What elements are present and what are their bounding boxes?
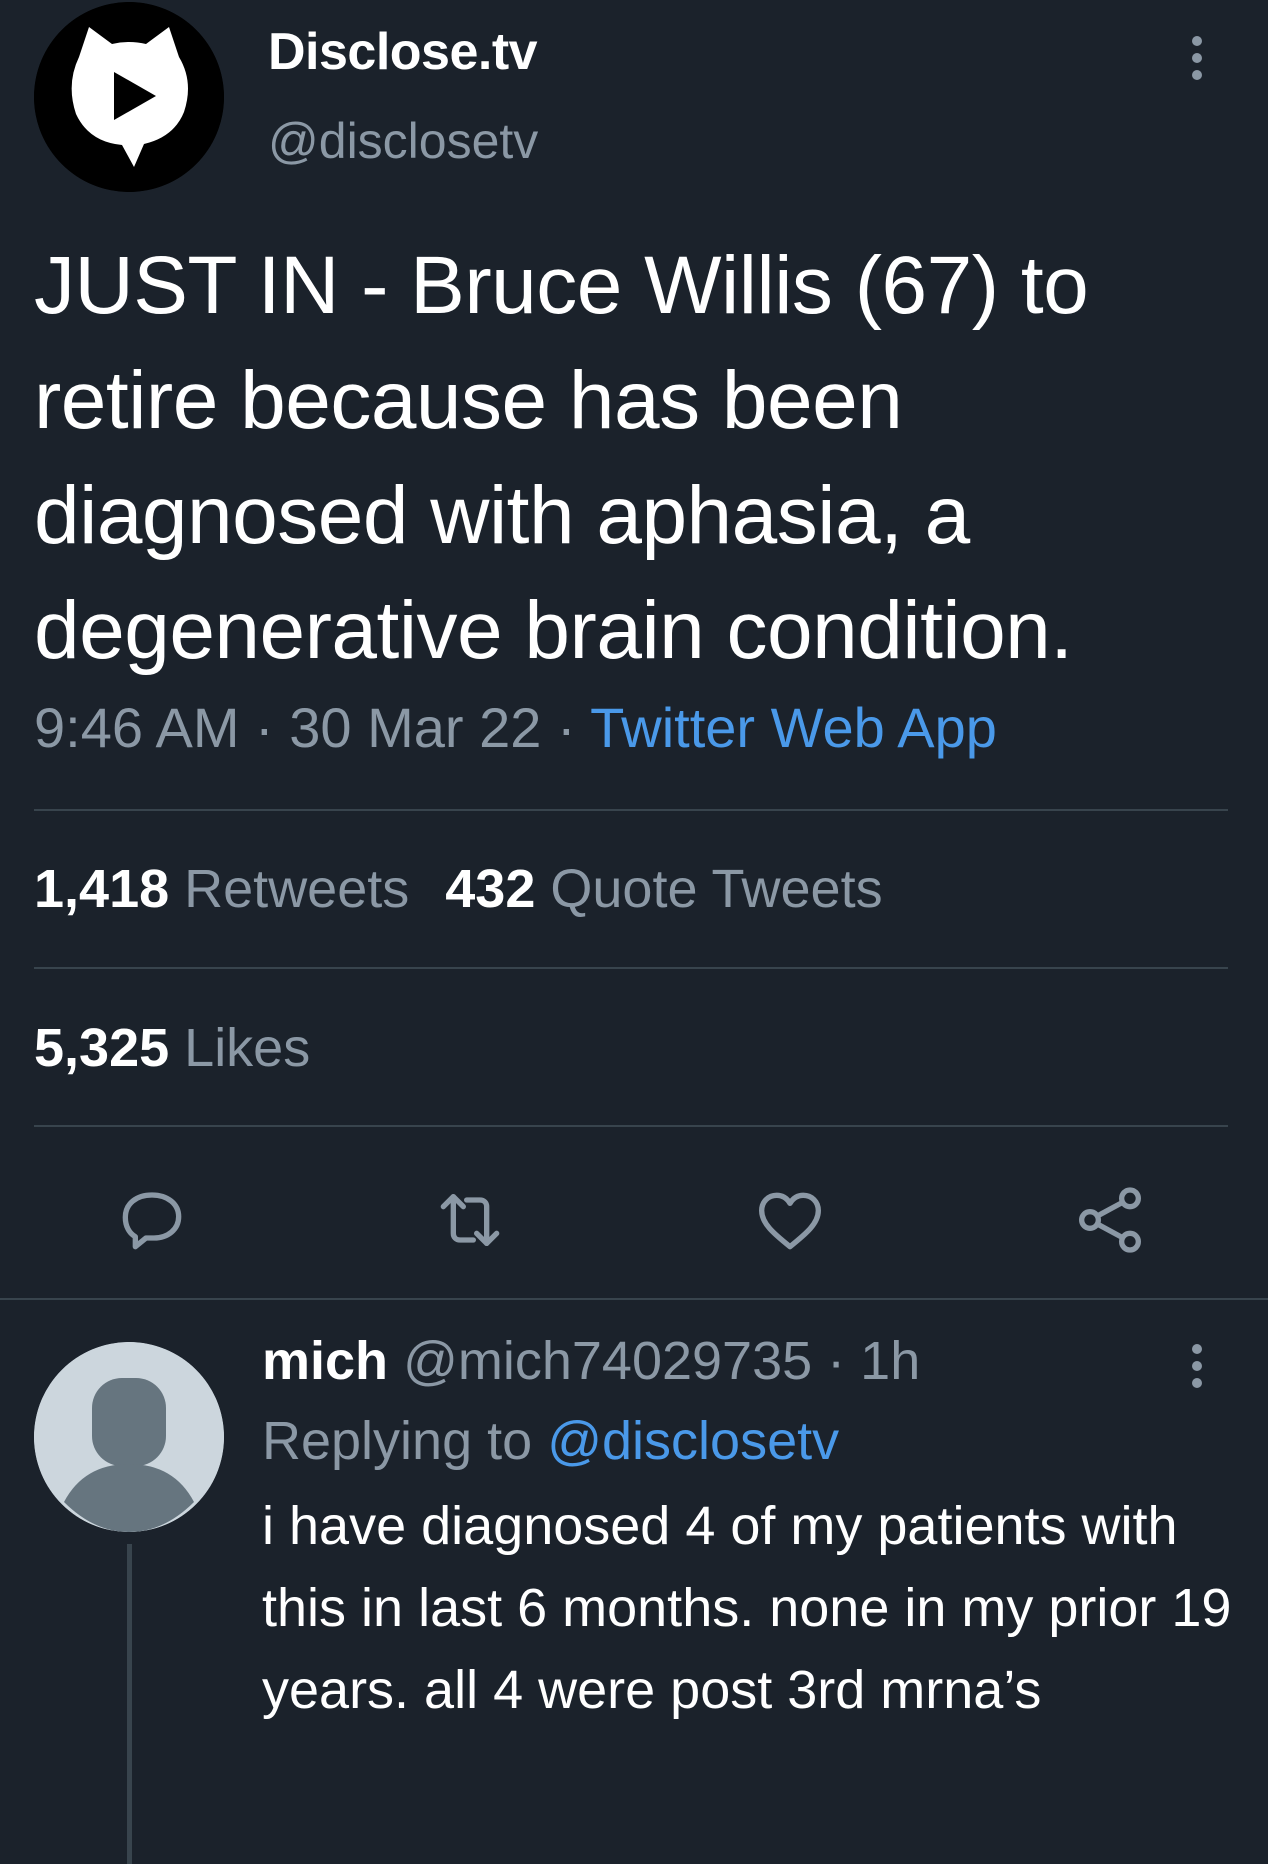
engagement-stats: 1,418 Retweets 432 Quote Tweets [34, 858, 883, 920]
disclosetv-avatar[interactable] [34, 2, 224, 192]
replying-to-mention[interactable]: @disclosetv [547, 1411, 839, 1471]
tweet-meta: 9:46 AM · 30 Mar 22 · Twitter Web App [34, 695, 997, 760]
tweet-source-app[interactable]: Twitter Web App [590, 696, 997, 759]
reply-header: mich @mich74029735 · 1h [262, 1330, 920, 1392]
meta-separator: · [556, 696, 576, 759]
retweets-label: Retweets [184, 859, 410, 919]
replying-to: Replying to @disclosetv [262, 1410, 839, 1472]
default-avatar-icon[interactable] [34, 1342, 224, 1532]
quote-tweets-count: 432 [445, 859, 536, 919]
retweets-count: 1,418 [34, 859, 170, 919]
reply-icon[interactable] [112, 1180, 192, 1260]
quote-tweets-label: Quote Tweets [550, 859, 883, 919]
likes-stat[interactable]: 5,325 Likes [34, 1017, 310, 1079]
like-icon[interactable] [750, 1180, 830, 1260]
likes-label: Likes [184, 1018, 311, 1078]
tweet-date[interactable]: 30 Mar 22 [289, 696, 541, 759]
retweet-icon[interactable] [430, 1180, 510, 1260]
thread-line [127, 1544, 132, 1864]
share-icon[interactable] [1070, 1180, 1150, 1260]
likes-count: 5,325 [34, 1018, 170, 1078]
reply-author-name[interactable]: mich [262, 1331, 388, 1391]
divider [34, 809, 1228, 811]
disclosetv-logo-icon [34, 2, 224, 192]
divider [34, 1125, 1228, 1127]
reply-author-handle[interactable]: @mich74029735 [403, 1331, 812, 1391]
reply-tweet[interactable]: mich @mich74029735 · 1h Replying to @dis… [0, 1300, 1268, 1864]
reply-text: i have diagnosed 4 of my patients with t… [262, 1496, 1232, 1720]
tweet-text: JUST IN - Bruce Willis (67) to retire be… [34, 240, 1089, 676]
replying-prefix: Replying to [262, 1411, 533, 1471]
meta-separator: · [255, 696, 274, 759]
tweet-time: 9:46 AM [34, 696, 240, 759]
quote-tweets-stat[interactable]: 432 Quote Tweets [445, 859, 882, 919]
author-name[interactable]: Disclose.tv [268, 22, 538, 82]
author-handle[interactable]: @disclosetv [268, 112, 538, 170]
retweets-stat[interactable]: 1,418 Retweets [34, 859, 409, 919]
reply-time[interactable]: 1h [860, 1331, 920, 1391]
meta-separator: · [827, 1331, 846, 1391]
divider [34, 967, 1228, 969]
reply-more-options-icon[interactable] [1188, 1344, 1206, 1388]
more-options-icon[interactable] [1188, 36, 1206, 80]
